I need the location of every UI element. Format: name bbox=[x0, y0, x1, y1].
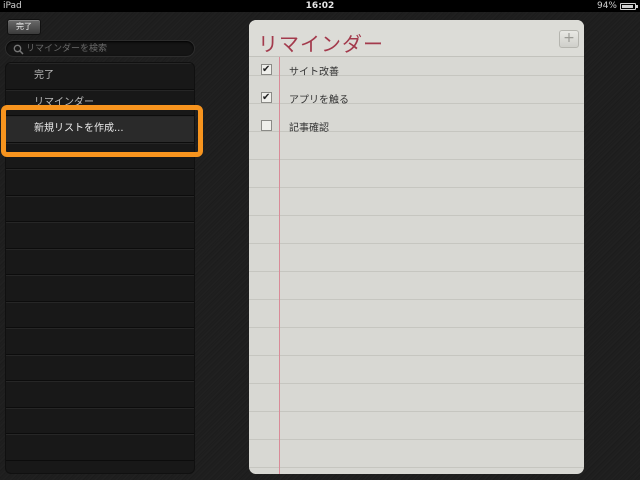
reminder-item: サイト改善 bbox=[249, 57, 584, 85]
checkbox[interactable] bbox=[261, 92, 272, 103]
empty-row bbox=[6, 328, 194, 355]
reminder-text[interactable]: アプリを触る bbox=[289, 91, 349, 106]
reminder-item: 記事確認 bbox=[249, 113, 584, 141]
empty-row bbox=[6, 169, 194, 196]
checkbox[interactable] bbox=[261, 64, 272, 75]
empty-row bbox=[6, 354, 194, 381]
empty-row bbox=[6, 434, 194, 461]
clock: 16:02 bbox=[305, 1, 335, 11]
highlight-frame bbox=[1, 105, 203, 157]
add-reminder-button[interactable]: + bbox=[559, 30, 579, 48]
battery-icon bbox=[620, 2, 638, 10]
empty-row bbox=[6, 222, 194, 249]
empty-row bbox=[6, 248, 194, 275]
reminder-text[interactable]: サイト改善 bbox=[289, 63, 339, 78]
done-button[interactable]: 完了 bbox=[7, 19, 41, 35]
empty-row bbox=[6, 195, 194, 222]
search-bar[interactable] bbox=[5, 40, 195, 57]
search-input[interactable] bbox=[26, 42, 191, 55]
page-title: リマインダー bbox=[258, 32, 384, 56]
status-bar: iPad 16:02 94% bbox=[0, 0, 640, 12]
list-item-completed[interactable]: 完了 bbox=[6, 63, 194, 90]
list-header: リマインダー + bbox=[249, 20, 584, 57]
battery-percent: 94% bbox=[596, 1, 617, 11]
empty-row bbox=[6, 275, 194, 302]
reminder-list-pane: リマインダー + サイト改善 アプリを触る 記事確認 bbox=[249, 20, 584, 474]
empty-row bbox=[6, 301, 194, 328]
search-icon bbox=[13, 44, 24, 55]
battery-status: 94% bbox=[596, 0, 638, 12]
empty-row bbox=[6, 407, 194, 434]
checkbox[interactable] bbox=[261, 120, 272, 131]
reminder-text[interactable]: 記事確認 bbox=[289, 119, 329, 134]
empty-row bbox=[6, 381, 194, 408]
reminder-item: アプリを触る bbox=[249, 85, 584, 113]
